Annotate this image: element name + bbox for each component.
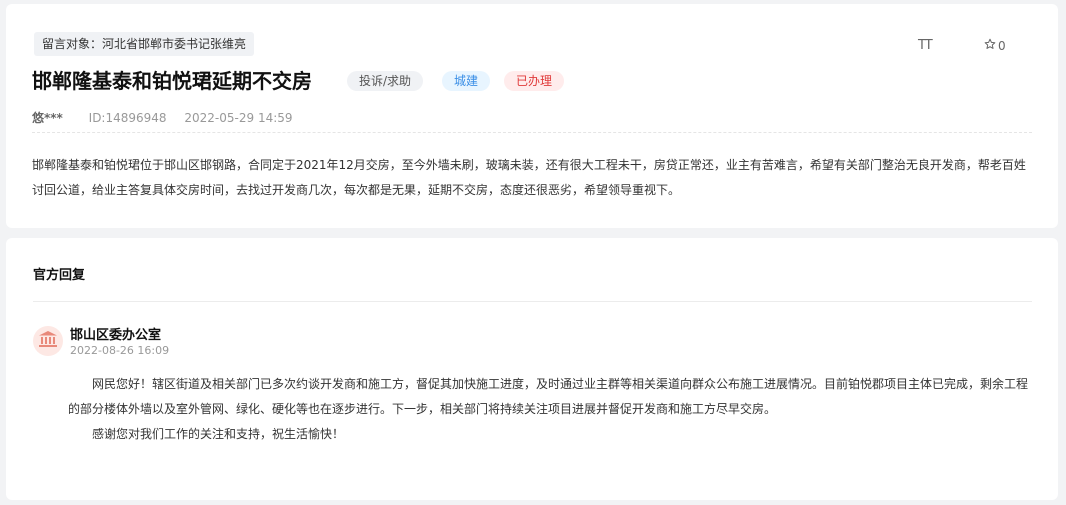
post-body: 邯郸隆基泰和铂悦珺位于邯山区邯钢路，合同定于2021年12月交房，至今外墙未刷，… (32, 158, 1026, 197)
reply-heading: 官方回复 (33, 268, 86, 283)
domain-tag: 城建 (442, 71, 491, 91)
font-size-icon: TT (918, 38, 933, 53)
reply-datetime: 2022-08-26 16:09 (70, 344, 170, 357)
status-badge: 已办理 (504, 71, 565, 91)
avatar (33, 326, 63, 356)
post-divider (32, 132, 1032, 133)
favorite-count: 0 (998, 38, 1006, 53)
official-reply-card: 官方回复 邯山区委办公室 2022-08-26 16:09 网民您好！辖区街道及… (6, 238, 1058, 500)
favorite-button[interactable]: 0 (984, 38, 1006, 53)
message-card: 留言对象：河北省邯郸市委书记张维亮 邯郸隆基泰和铂悦珺延期不交房 投诉/求助 城… (6, 4, 1058, 228)
post-meta: 悠*** ID:14896948 2022-05-29 14:59 (32, 109, 293, 126)
category-tag: 投诉/求助 (347, 71, 424, 91)
government-building-icon (38, 330, 58, 352)
star-outline-icon (984, 38, 996, 53)
post-id: ID:14896948 (88, 111, 167, 125)
reply-body: 网民您好！辖区街道及相关部门已多次约谈开发商和施工方，督促其加快施工进度，及时通… (68, 372, 1032, 447)
reply-paragraph: 感谢您对我们工作的关注和支持，祝生活愉快！ (92, 427, 345, 441)
font-size-button[interactable]: TT (918, 38, 933, 53)
reply-office: 邯山区委办公室 (70, 328, 162, 343)
post-title: 邯郸隆基泰和铂悦珺延期不交房 (32, 69, 312, 93)
post-datetime: 2022-05-29 14:59 (184, 111, 293, 125)
reply-divider (33, 301, 1032, 302)
reply-paragraph: 网民您好！辖区街道及相关部门已多次约谈开发商和施工方，督促其加快施工进度，及时通… (68, 377, 1029, 416)
message-target: 留言对象：河北省邯郸市委书记张维亮 (34, 32, 255, 56)
post-author: 悠*** (32, 111, 63, 125)
